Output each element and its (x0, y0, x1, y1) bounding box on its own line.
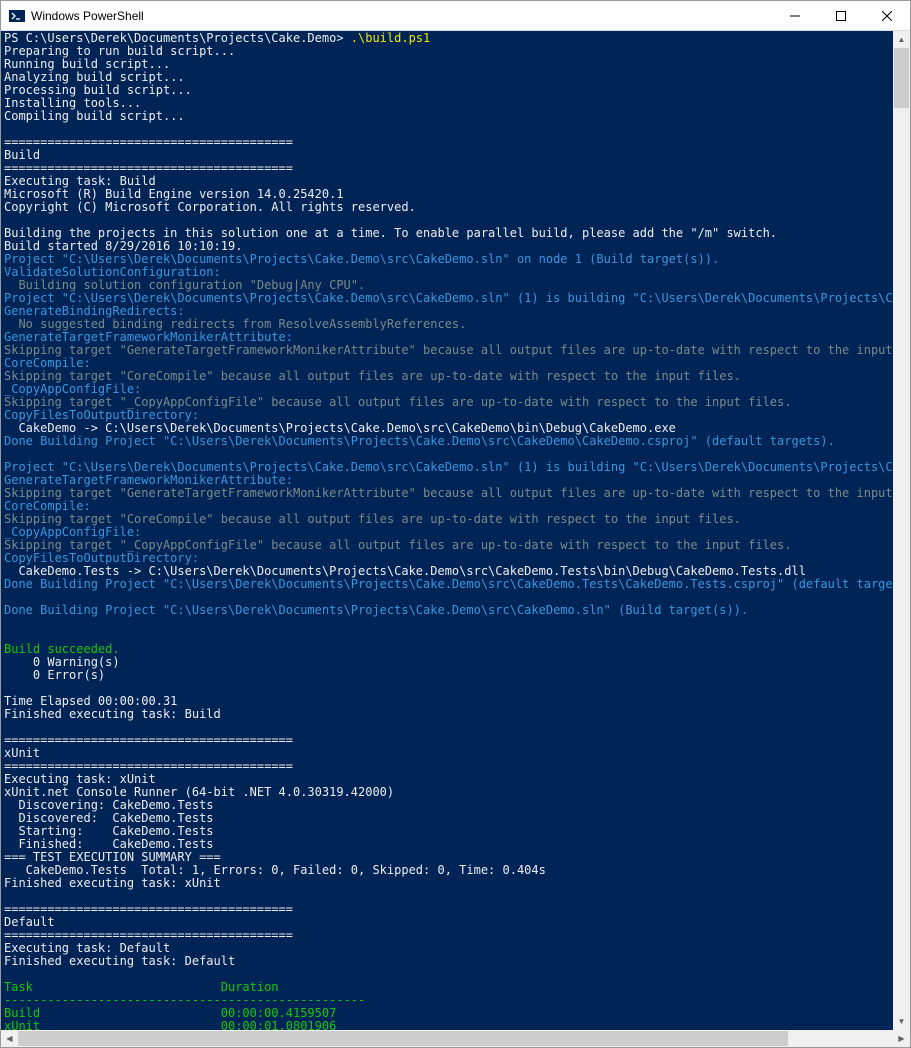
powershell-icon (9, 8, 25, 24)
vertical-scroll-thumb[interactable] (894, 48, 909, 108)
minimize-button[interactable] (772, 1, 818, 31)
window-title: Windows PowerShell (31, 9, 772, 23)
vertical-scrollbar[interactable]: ▲ ▼ (893, 31, 910, 1030)
window-controls (772, 1, 910, 31)
scroll-down-arrow[interactable]: ▼ (893, 1013, 910, 1030)
console-output[interactable]: PS C:\Users\Derek\Documents\Projects\Cak… (1, 31, 910, 1030)
scroll-left-arrow[interactable]: ◀ (1, 1030, 18, 1047)
horizontal-scroll-thumb[interactable] (18, 1031, 788, 1046)
maximize-button[interactable] (818, 1, 864, 31)
console-area[interactable]: PS C:\Users\Derek\Documents\Projects\Cak… (1, 31, 910, 1030)
close-button[interactable] (864, 1, 910, 31)
scroll-right-arrow[interactable]: ▶ (893, 1030, 910, 1047)
horizontal-scrollbar[interactable]: ◀ ▶ (1, 1030, 910, 1047)
window-titlebar: Windows PowerShell (1, 1, 910, 31)
scroll-up-arrow[interactable]: ▲ (893, 31, 910, 48)
